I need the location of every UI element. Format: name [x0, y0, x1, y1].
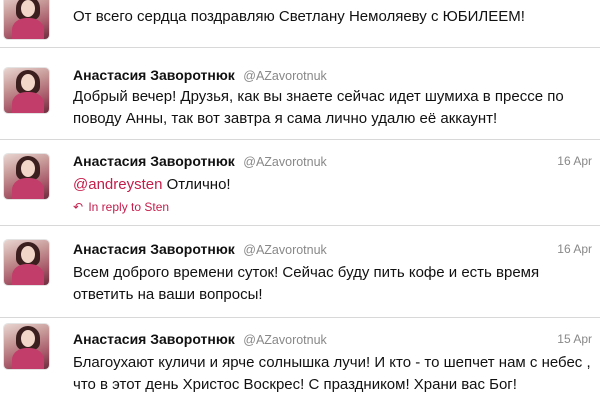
- tweet-text: От всего сердца поздравляю Светлану Немо…: [73, 8, 525, 25]
- author-name[interactable]: Анастасия Заворотнюк: [73, 153, 235, 169]
- author-handle[interactable]: @AZavorotnuk: [243, 155, 327, 169]
- tweet-date[interactable]: 16 Apr: [557, 152, 592, 170]
- avatar[interactable]: [4, 240, 49, 285]
- author-handle[interactable]: @AZavorotnuk: [243, 333, 327, 347]
- author-name[interactable]: Анастасия Заворотнюк: [73, 331, 235, 347]
- avatar[interactable]: [4, 0, 49, 39]
- author-name[interactable]: Анастасия Заворотнюк: [73, 241, 235, 257]
- in-reply-to-label[interactable]: In reply to Sten: [88, 200, 169, 214]
- tweet-text: Всем доброго времени суток! Сейчас буду …: [73, 264, 540, 303]
- tweet-text: @andreysten Отлично!: [73, 174, 592, 196]
- avatar[interactable]: [4, 154, 49, 199]
- tweet-item[interactable]: Анастасия Заворотнюк @AZavorotnuk 16 Apr…: [0, 226, 600, 318]
- tweet-item[interactable]: Анастасия Заворотнюк @AZavorotnuk 16 Apr…: [0, 140, 600, 226]
- avatar[interactable]: [4, 68, 49, 113]
- tweet-date[interactable]: 15 Apr: [557, 330, 592, 348]
- tweet-timeline: От всего сердца поздравляю Светлану Немо…: [0, 0, 600, 420]
- author-name[interactable]: Анастасия Заворотнюк: [73, 67, 235, 83]
- tweet-text: Благоухают куличи и ярче солнышка лучи! …: [73, 354, 591, 393]
- in-reply-to-link[interactable]: ↶ In reply to Sten: [73, 199, 592, 215]
- tweet-item[interactable]: От всего сердца поздравляю Светлану Немо…: [0, 0, 600, 48]
- author-handle[interactable]: @AZavorotnuk: [243, 243, 327, 257]
- avatar[interactable]: [4, 324, 49, 369]
- tweet-text: Добрый вечер! Друзья, как вы знаете сейч…: [73, 88, 564, 127]
- mention-link[interactable]: @andreysten: [73, 176, 162, 193]
- tweet-item[interactable]: Анастасия Заворотнюк @AZavorotnuk Добрый…: [0, 48, 600, 140]
- tweet-date[interactable]: 16 Apr: [557, 240, 592, 258]
- reply-arrow-icon: ↶: [73, 200, 84, 214]
- tweet-text-body: Отлично!: [166, 176, 231, 193]
- tweet-item[interactable]: Анастасия Заворотнюк @AZavorotnuk 15 Apr…: [0, 318, 600, 420]
- author-handle[interactable]: @AZavorotnuk: [243, 69, 327, 83]
